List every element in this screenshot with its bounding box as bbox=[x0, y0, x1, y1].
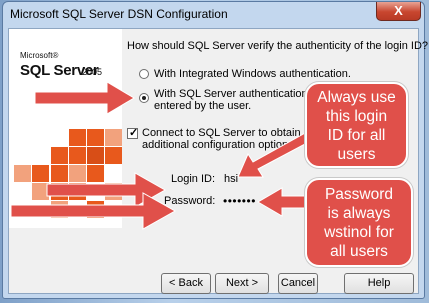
logo-brand: Microsoft® bbox=[20, 51, 59, 60]
checkmark-icon: ✓ bbox=[129, 127, 139, 139]
integrated-auth-radio[interactable] bbox=[139, 69, 149, 79]
login-callout-line: ID for all bbox=[327, 127, 386, 144]
mosaic-square bbox=[69, 147, 86, 164]
radio-selected-dot bbox=[142, 96, 146, 100]
integrated-auth-label: With Integrated Windows authentication. bbox=[154, 68, 351, 80]
title-bar: Microsoft SQL Server DSN Configuration X bbox=[3, 2, 424, 26]
login-callout-line: this login bbox=[325, 108, 388, 125]
mosaic-square bbox=[105, 147, 122, 164]
sql-auth-label-line2: entered by the user. bbox=[154, 100, 252, 112]
mosaic-square bbox=[87, 147, 104, 164]
login-callout-line: users bbox=[337, 146, 376, 163]
arrow-to-password-label bbox=[10, 192, 177, 230]
arrow-to-sql-auth bbox=[34, 81, 135, 115]
password-callout-line: all users bbox=[330, 243, 388, 260]
login-callout-line: Always use bbox=[317, 89, 396, 106]
sql-auth-radio[interactable] bbox=[139, 93, 149, 103]
logo-version: 2005 bbox=[82, 67, 103, 77]
mosaic-square bbox=[69, 129, 86, 146]
password-callout-line: Password bbox=[324, 186, 394, 203]
mosaic-square bbox=[87, 129, 104, 146]
mosaic-square bbox=[105, 129, 122, 146]
password-value: ••••••• bbox=[223, 194, 256, 208]
password-callout-line: is always bbox=[327, 205, 391, 222]
password-callout: Password is always wstinol for all users bbox=[305, 178, 413, 267]
login-callout: Always use this login ID for all users bbox=[305, 82, 408, 168]
next-button[interactable]: Next > bbox=[215, 273, 269, 294]
connect-checkbox[interactable]: ✓ bbox=[127, 127, 139, 139]
mosaic-square bbox=[14, 165, 31, 182]
back-button[interactable]: < Back bbox=[161, 273, 211, 294]
mosaic-square bbox=[51, 147, 68, 164]
password-callout-line: wstinol for bbox=[324, 224, 394, 241]
close-button[interactable]: X bbox=[376, 2, 421, 21]
close-icon: X bbox=[394, 3, 403, 18]
cancel-button[interactable]: Cancel bbox=[278, 273, 318, 294]
login-id-label: Login ID: bbox=[171, 173, 216, 185]
window-title: Microsoft SQL Server DSN Configuration bbox=[10, 7, 228, 21]
help-button[interactable]: Help bbox=[344, 273, 414, 294]
auth-question: How should SQL Server verify the authent… bbox=[127, 40, 429, 52]
